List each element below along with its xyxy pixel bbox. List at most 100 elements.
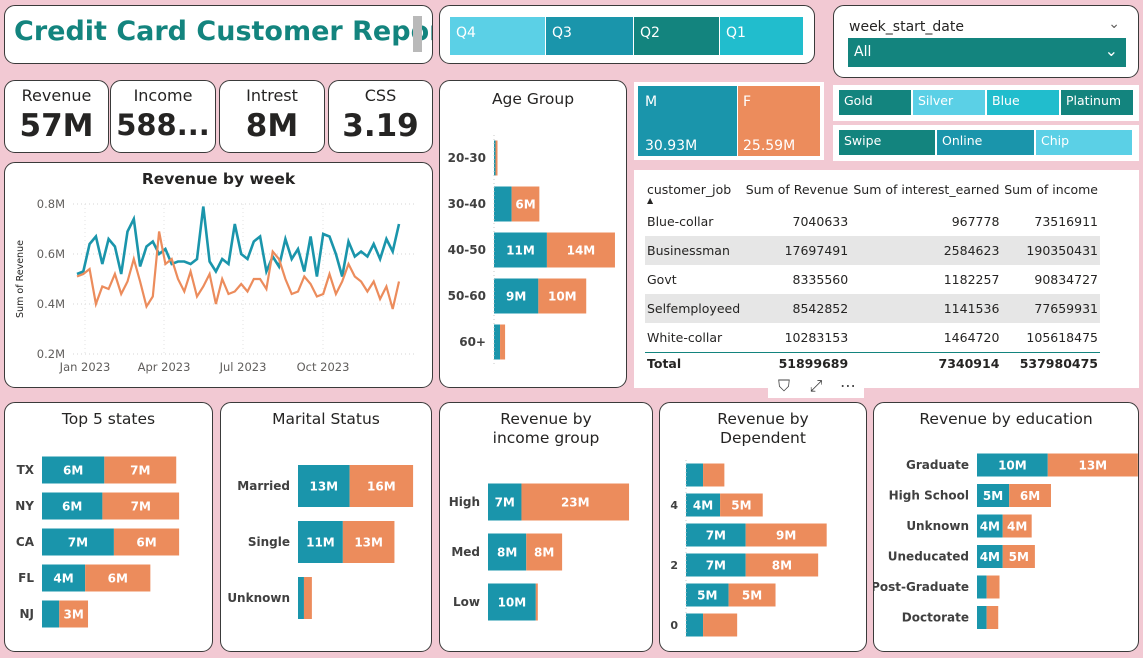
- bar-segment[interactable]: [986, 575, 1000, 599]
- bar-segment[interactable]: [977, 575, 987, 599]
- table-cell: Total: [645, 351, 743, 374]
- table-cell: 51899689: [742, 351, 851, 374]
- bar-segment[interactable]: [686, 463, 704, 487]
- chevron-down-icon[interactable]: ⌄: [1108, 16, 1120, 32]
- bar-segment[interactable]: [494, 186, 512, 222]
- card-category-silver[interactable]: Silver: [912, 89, 986, 116]
- focus-mode-icon[interactable]: ⤢: [800, 374, 832, 398]
- table-total-row: Total 51899689 7340914 537980475: [645, 351, 1100, 374]
- card-category-blue[interactable]: Blue: [986, 89, 1060, 116]
- quarter-button-q1[interactable]: Q1: [720, 17, 804, 55]
- kpi-value: 3.19: [342, 108, 419, 144]
- quarter-button-q4[interactable]: Q4: [450, 17, 546, 55]
- kpi-label: Revenue: [21, 86, 92, 105]
- transaction-type-swipe[interactable]: Swipe: [838, 129, 936, 156]
- category-label: 60+: [459, 335, 486, 349]
- category-label: Married: [237, 479, 290, 493]
- data-label: 8M: [497, 546, 517, 560]
- table-cell: 537980475: [1001, 351, 1100, 374]
- marital-status-card: Marital Status Married 13M 16M Single 11M 13M…: [220, 402, 432, 652]
- data-label: 6M: [136, 536, 156, 550]
- data-label: 5M: [1009, 550, 1029, 564]
- table-row[interactable]: Businessman 17697491 2584623 190350431: [645, 236, 1100, 265]
- gender-value: 30.93M: [645, 138, 698, 154]
- table-row[interactable]: Selfemployeed 8542852 1141536 77659931: [645, 294, 1100, 323]
- data-label: 4M: [1007, 520, 1027, 534]
- column-header[interactable]: Sum of Revenue: [743, 181, 850, 207]
- category-label: TX: [17, 463, 35, 477]
- bar-segment[interactable]: [500, 324, 506, 360]
- y-tick-label: 0.4M: [37, 297, 65, 311]
- data-label: 8M: [534, 546, 554, 560]
- data-label: 13M: [309, 480, 338, 494]
- card-category-platinum[interactable]: Platinum: [1060, 89, 1134, 116]
- date-slicer-label: week_start_date: [849, 19, 964, 35]
- filter-icon[interactable]: ⛉: [768, 374, 800, 398]
- category-label: 40-50: [448, 243, 486, 257]
- transaction-type-online[interactable]: Online: [936, 129, 1035, 156]
- data-label: 7M: [130, 464, 150, 478]
- data-label: 4M: [980, 520, 1000, 534]
- category-label: Graduate: [906, 458, 969, 472]
- gender-value: 25.59M: [743, 138, 796, 154]
- bar-segment[interactable]: [703, 613, 738, 637]
- table-row[interactable]: White-collar 10283153 1464720 105618475: [645, 323, 1100, 352]
- quarter-button-q3[interactable]: Q3: [546, 17, 634, 55]
- page-title: Credit Card Customer Report: [14, 16, 433, 47]
- bar-segment[interactable]: [495, 140, 498, 176]
- bar-segment[interactable]: [494, 324, 501, 360]
- table-row[interactable]: Blue-collar 7040633 967778 73516911: [645, 207, 1100, 236]
- column-header[interactable]: Sum of income: [1001, 181, 1100, 207]
- card-category-gold[interactable]: Gold: [838, 89, 912, 116]
- bar-segment[interactable]: [535, 583, 538, 621]
- category-label: Med: [451, 545, 480, 559]
- gender-tile-female[interactable]: F 25.59M: [738, 86, 820, 156]
- table-cell: Blue-collar: [647, 214, 714, 229]
- data-label: 7M: [706, 559, 726, 573]
- title-decoration: [413, 16, 422, 52]
- quarter-button-q2[interactable]: Q2: [634, 17, 720, 55]
- transaction-type-chip[interactable]: Chip: [1035, 129, 1133, 156]
- data-label: 6M: [108, 572, 128, 586]
- transaction-type-slicer: Swipe Online Chip: [833, 125, 1139, 161]
- date-slicer-dropdown[interactable]: All ⌄: [848, 38, 1126, 67]
- kpi-label: CSS: [364, 86, 397, 105]
- data-label: 13M: [354, 536, 383, 550]
- data-label: 6M: [63, 464, 83, 478]
- bar-segment[interactable]: [977, 606, 987, 629]
- bar-segment[interactable]: [298, 577, 304, 619]
- gender-label: F: [743, 94, 752, 110]
- category-label: Single: [248, 535, 290, 549]
- bar-segment[interactable]: [303, 577, 312, 619]
- bar-segment[interactable]: [986, 606, 999, 629]
- data-label: 5M: [731, 499, 751, 513]
- gender-tile-male[interactable]: M 30.93M: [638, 86, 737, 156]
- category-label: High: [449, 495, 480, 509]
- category-label: 20-30: [448, 151, 486, 165]
- marital-status-chart: Married 13M 16M Single 11M 13M Unknown: [227, 465, 414, 619]
- data-label: 3M: [63, 608, 83, 622]
- column-header[interactable]: customer_job ▲: [645, 181, 743, 207]
- table-row[interactable]: Govt 8335560 1182257 90834727: [645, 265, 1100, 294]
- table-cell: 17697491: [742, 236, 851, 265]
- more-options-icon[interactable]: ⋯: [832, 374, 864, 398]
- bar-segment[interactable]: [686, 613, 704, 637]
- column-header[interactable]: Sum of interest_earned: [850, 181, 1001, 207]
- table-cell: Businessman: [645, 236, 743, 265]
- data-label: 10M: [548, 290, 577, 304]
- bar-segment[interactable]: [703, 463, 725, 487]
- income-group-card: Revenue by income group High 7M 23M Med 8M 8M…: [439, 402, 653, 652]
- customer-job-table: customer_job ▲ Sum of Revenue Sum of inte…: [645, 181, 1100, 374]
- kpi-label: Income: [133, 86, 193, 105]
- education-card: Revenue by education Graduate 10M 13M High …: [873, 402, 1139, 652]
- bar-segment[interactable]: [42, 600, 60, 628]
- data-label: 7M: [68, 536, 88, 550]
- table-cell: 8542852: [742, 294, 851, 323]
- data-label: 6M: [515, 198, 535, 212]
- data-label: 4M: [53, 572, 73, 586]
- table-cell: 7040633: [792, 214, 849, 229]
- category-label: 30-40: [448, 197, 486, 211]
- income-group-chart: High 7M 23M Med 8M 8M Low 10M: [449, 483, 630, 621]
- age-group-chart: 20-30 30-40 6M 40-50 11M 14M 50-60 9M 10M 60+: [448, 135, 615, 365]
- data-label: 16M: [367, 480, 396, 494]
